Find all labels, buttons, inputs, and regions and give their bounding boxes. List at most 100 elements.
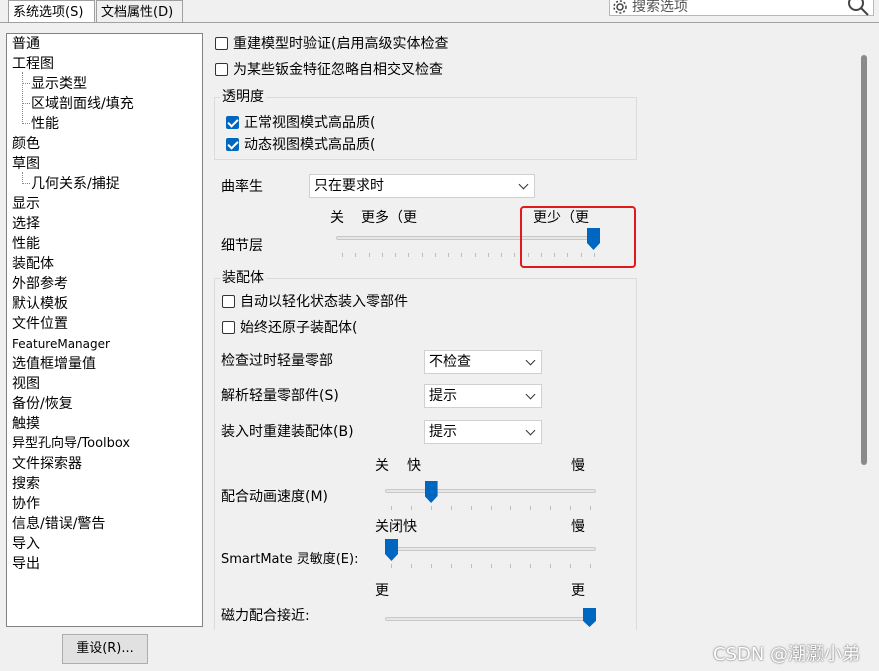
- curvature-select[interactable]: 只在要求时: [309, 174, 535, 198]
- tree-item-sketch[interactable]: 草图: [12, 154, 40, 174]
- tree-item-default-templates[interactable]: 默认模板: [12, 294, 68, 314]
- tree-connector: [23, 183, 30, 184]
- tree-item-display-type[interactable]: 显示类型: [31, 74, 87, 94]
- always-resolve-label: 始终还原子装配体(: [240, 320, 358, 336]
- slider-tick: [530, 564, 532, 568]
- tree-item-selection[interactable]: 选择: [12, 214, 40, 234]
- vertical-scrollbar[interactable]: [856, 33, 873, 627]
- slider-tick: [590, 506, 591, 510]
- tab-label: 系统选项(S): [13, 5, 84, 20]
- rebuild-verify-label: 重建模型时验证(启用高级实体检查: [233, 36, 449, 52]
- check-outdated-select[interactable]: 不检查: [424, 350, 542, 374]
- transparency-title: 透明度: [220, 88, 266, 106]
- chevron-down-icon: [525, 355, 536, 366]
- watermark: CSDN @潮灏小弟: [713, 644, 861, 665]
- tree-item-display[interactable]: 显示: [12, 194, 40, 214]
- tree-item-featuremanager[interactable]: FeatureManager: [12, 334, 110, 354]
- tree-item-file-explorer[interactable]: 文件探索器: [12, 454, 82, 474]
- search-input[interactable]: 搜索选项: [609, 0, 874, 16]
- chevron-down-icon: [518, 179, 529, 190]
- options-tree[interactable]: 普通 工程图 显示类型 区域剖面线/填充 性能 颜色 草图 几何关系/捕捉 显示…: [6, 33, 203, 627]
- curvature-value: 只在要求时: [314, 178, 384, 194]
- mate-anim-off-label: 关: [375, 458, 389, 474]
- tree-item-file-locations[interactable]: 文件位置: [12, 314, 68, 334]
- detail-more-label: 更多（更: [361, 210, 417, 226]
- smartmate-slow-label: 慢: [571, 519, 585, 535]
- tree-item-spin-box-increments[interactable]: 选值框增量值: [12, 354, 96, 374]
- tab-label: 文档属性(D): [101, 5, 174, 20]
- tree-item-view[interactable]: 视图: [12, 374, 40, 394]
- slider-tick: [355, 253, 357, 257]
- rebuild-on-load-select[interactable]: 提示: [424, 420, 542, 444]
- rebuild-on-load-value: 提示: [429, 424, 457, 440]
- normal-view-hq-checkbox[interactable]: [226, 116, 239, 129]
- tree-item-area-hatch[interactable]: 区域剖面线/填充: [31, 94, 134, 114]
- ignore-sheetmetal-checkbox[interactable]: [215, 63, 228, 76]
- tree-item-relations-snaps[interactable]: 几何关系/捕捉: [31, 174, 120, 194]
- slider-tick: [570, 564, 572, 568]
- gear-icon: [613, 0, 627, 14]
- slider-tick: [530, 506, 532, 510]
- slider-tick: [381, 253, 383, 257]
- tree-item-performance[interactable]: 性能: [12, 234, 40, 254]
- tree-item-export[interactable]: 导出: [12, 554, 40, 574]
- tree-item-search[interactable]: 搜索: [12, 474, 40, 494]
- slider-tick: [550, 506, 552, 510]
- always-resolve-checkbox[interactable]: [222, 321, 235, 334]
- mate-anim-slow-label: 慢: [571, 458, 585, 474]
- tree-item-drawing-performance[interactable]: 性能: [31, 114, 59, 134]
- normal-view-hq-label: 正常视图模式高品质(: [244, 115, 376, 131]
- tree-item-touch[interactable]: 触摸: [12, 414, 40, 434]
- tab-divider: [0, 22, 879, 23]
- tree-item-hole-wizard-toolbox[interactable]: 异型孔向导/Toolbox: [12, 434, 130, 454]
- tree-item-backup-recover[interactable]: 备份/恢复: [12, 394, 73, 414]
- magnetic-right-label: 更: [571, 583, 585, 599]
- search-icon[interactable]: [846, 0, 870, 17]
- rebuild-verify-checkbox[interactable]: [215, 37, 228, 50]
- tree-item-drawings[interactable]: 工程图: [12, 54, 54, 74]
- slider-tick: [501, 253, 503, 257]
- reset-button[interactable]: 重设(R)...: [62, 634, 148, 664]
- tab-document-properties[interactable]: 文档属性(D): [96, 0, 183, 22]
- tree-item-colors[interactable]: 颜色: [12, 134, 40, 154]
- scrollbar-thumb[interactable]: [861, 55, 867, 465]
- slider-tick: [395, 253, 397, 257]
- magnetic-mate-track[interactable]: [385, 617, 596, 621]
- slider-tick: [430, 564, 432, 568]
- resolve-lightweight-select[interactable]: 提示: [424, 384, 542, 408]
- slider-tick: [450, 506, 452, 510]
- slider-tick: [514, 253, 516, 257]
- chevron-down-icon: [525, 389, 536, 400]
- slider-tick: [490, 564, 492, 568]
- detail-off-label: 关: [330, 210, 344, 226]
- slider-tick: [490, 506, 492, 510]
- smartmate-off-fast-label: 关闭快: [375, 519, 417, 535]
- tree-item-import[interactable]: 导入: [12, 534, 40, 554]
- magnetic-left-label: 更: [375, 583, 389, 599]
- slider-tick: [570, 506, 572, 510]
- tree-item-external-references[interactable]: 外部参考: [12, 274, 68, 294]
- mate-animation-track[interactable]: [385, 489, 596, 493]
- check-outdated-label: 检查过时轻量零部: [221, 353, 333, 369]
- slider-tick: [590, 564, 591, 568]
- smartmate-track[interactable]: [385, 547, 596, 551]
- highlight-box: [520, 206, 636, 268]
- slider-tick: [510, 506, 512, 510]
- resolve-lightweight-value: 提示: [429, 388, 457, 404]
- tree-connector: [23, 123, 30, 124]
- tab-system-options[interactable]: 系统选项(S): [8, 0, 95, 22]
- tree-item-assemblies[interactable]: 装配体: [12, 254, 54, 274]
- search-placeholder: 搜索选项: [632, 0, 688, 15]
- slider-tick: [430, 506, 432, 510]
- auto-lightweight-checkbox[interactable]: [222, 295, 235, 308]
- check-outdated-value: 不检查: [429, 354, 471, 370]
- tree-item-general[interactable]: 普通: [12, 34, 40, 54]
- smartmate-label: SmartMate 灵敏度(E):: [221, 552, 359, 567]
- mate-animation-label: 配合动画速度(M): [221, 489, 329, 505]
- tree-item-messages-errors-warnings[interactable]: 信息/错误/警告: [12, 514, 105, 534]
- tree-item-collaboration[interactable]: 协作: [12, 494, 40, 514]
- curvature-label: 曲率生: [221, 179, 263, 195]
- tree-connector: [23, 103, 30, 104]
- dynamic-view-hq-checkbox[interactable]: [226, 138, 239, 151]
- slider-tick: [550, 564, 552, 568]
